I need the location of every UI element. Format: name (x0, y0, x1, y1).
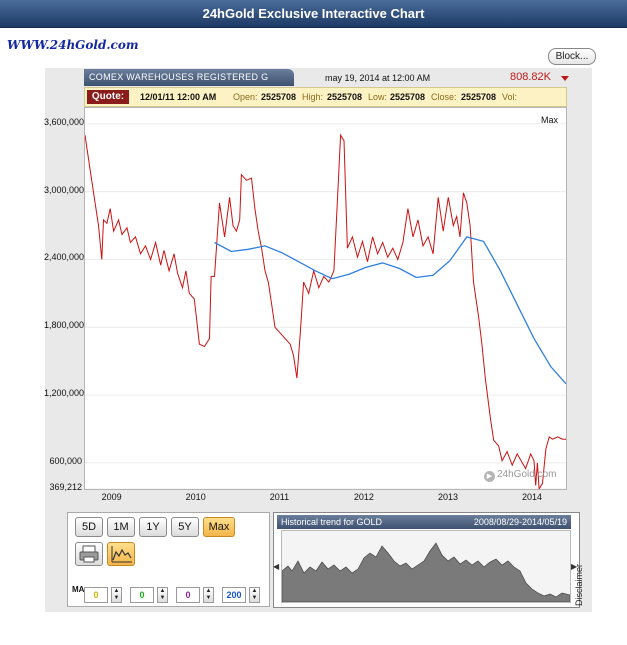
watermark-text: 24hGold.com (497, 469, 557, 480)
price-line (85, 133, 566, 489)
ma-spinner-1[interactable]: ▲ ▼ (111, 587, 122, 603)
date-stamp: may 19, 2014 at 12:00 AM (325, 73, 431, 83)
ma-spinner-3[interactable]: ▲ ▼ (203, 587, 214, 603)
x-tick-label: 2014 (522, 492, 543, 502)
historical-header: Historical trend for GOLD 2008/08/29-201… (277, 515, 571, 529)
range-button-5d[interactable]: 5D (75, 517, 103, 537)
quote-label: Quote: (87, 90, 129, 104)
quote-low-label: Low: (368, 92, 388, 102)
quote-vol-label: Vol: (502, 92, 518, 102)
range-button-1m[interactable]: 1M (107, 517, 135, 537)
site-logo[interactable]: WWW.24hGold.com (7, 38, 139, 52)
y-tick-label: 1,200,000 (44, 388, 85, 399)
quote-close-label: Close: (431, 92, 457, 102)
printer-icon (79, 545, 99, 563)
ma-input-4[interactable]: 200 (222, 587, 246, 603)
quote-high: 2525708 (327, 92, 363, 102)
x-tick-label: 2013 (437, 492, 458, 502)
quote-high-label: High: (302, 92, 324, 102)
x-tick-label: 2009 (101, 492, 122, 502)
disclaimer-link[interactable]: Disclaimer (574, 564, 584, 606)
y-tick-label: 1,800,000 (44, 320, 85, 331)
ma-label: MA (72, 585, 85, 594)
range-button-max[interactable]: Max (203, 517, 235, 537)
moving-average-button[interactable] (107, 542, 135, 566)
watermark: ▶ 24hGold.com (484, 469, 556, 482)
y-tick-label: 3,600,000 (44, 116, 85, 127)
historical-range: 2008/08/29-2014/05/19 (473, 517, 567, 527)
quote-low: 2525708 (390, 92, 426, 102)
line-chart-icon (111, 546, 132, 563)
historical-area (281, 542, 571, 603)
window-title: 24hGold Exclusive Interactive Chart (0, 0, 627, 28)
quote-bar: Quote: 12/01/11 12:00 AM Open: 2525708 H… (84, 87, 567, 107)
print-button[interactable] (75, 542, 103, 566)
ma-input-3[interactable]: 0 (176, 587, 200, 603)
y-tick-label: 600,000 (49, 455, 82, 466)
down-arrow-icon (561, 76, 569, 81)
navigator-left-icon[interactable]: ◀ (273, 562, 279, 571)
quote-close: 2525708 (461, 92, 497, 102)
y-tick-label: 3,000,000 (44, 184, 85, 195)
quote-open: 2525708 (261, 92, 297, 102)
ma-spinner-2[interactable]: ▲ ▼ (157, 587, 168, 603)
historical-title: Historical trend for GOLD (281, 517, 383, 527)
main-chart (85, 123, 566, 489)
x-tick-label: 2011 (269, 492, 290, 502)
y-tick-label: 2,400,000 (44, 252, 85, 263)
play-icon: ▶ (484, 471, 495, 482)
range-button-5y[interactable]: 5Y (171, 517, 199, 537)
x-tick-label: 2012 (353, 492, 374, 502)
ma-spinner-4[interactable]: ▲ ▼ (249, 587, 260, 603)
last-value: 808.82K (510, 71, 551, 83)
quote-open-label: Open: (233, 92, 258, 102)
x-tick-label: 2010 (185, 492, 206, 502)
ma-input-1[interactable]: 0 (84, 587, 108, 603)
block-button[interactable]: Block... (548, 48, 596, 65)
plot-area[interactable] (84, 107, 567, 490)
y-tick-label: 369,212 (49, 482, 82, 492)
series-tab[interactable]: COMEX WAREHOUSES REGISTERED G (84, 69, 294, 86)
range-label: Max (541, 115, 559, 125)
ma-input-2[interactable]: 0 (130, 587, 154, 603)
range-button-1y[interactable]: 1Y (139, 517, 167, 537)
quote-datetime: 12/01/11 12:00 AM (140, 92, 217, 102)
historical-plot[interactable] (281, 530, 571, 603)
moving-average-line (214, 236, 566, 385)
